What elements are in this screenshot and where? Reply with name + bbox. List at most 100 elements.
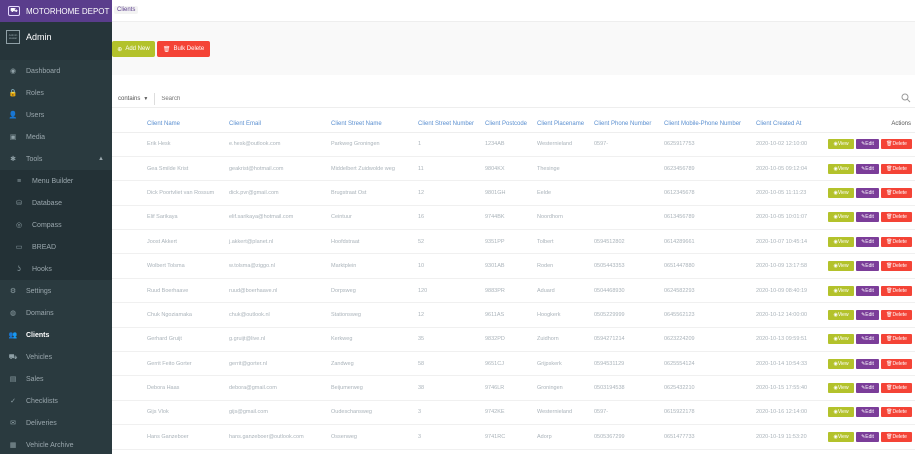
table-row[interactable]: Gijs Vlok gijs@gmail.com Oudeschansweg 3 974… [112,400,915,426]
search-filter-select[interactable]: contains ▼ [118,92,156,105]
delete-button[interactable]: 🗑 Delete [881,334,912,345]
table-row[interactable]: Chuk Ngoziamaka chuk@outlook.nl Stationswe… [112,302,915,328]
column-header-client-name[interactable]: Client Name [142,116,224,133]
user-profile[interactable]: Admin avatar Admin [0,22,112,60]
sidebar-item-sales[interactable]: ▤ Sales [0,368,112,390]
table-cell: Groningen [532,375,589,401]
delete-button[interactable]: 🗑 Delete [881,163,912,174]
sidebar-item-hooks[interactable]: ʖ Hooks [0,258,112,280]
delete-button[interactable]: 🗑 Delete [881,358,912,369]
edit-button[interactable]: ✎ Edit [856,334,879,345]
column-header-client-created-at[interactable]: Client Created At [751,116,817,133]
edit-button[interactable]: ✎ Edit [856,358,879,369]
breadcrumb[interactable]: Clients [114,6,139,14]
edit-button[interactable]: ✎ Edit [856,139,879,150]
table-row[interactable]: Gerrit Feito Gorter gerrit@gorter.nl Zandw… [112,351,915,377]
table-row[interactable]: Joost Akkert j.akkert@planet.nl Hoofdstraa… [112,229,915,255]
edit-button[interactable]: ✎ Edit [856,309,879,320]
column-header-client-phone-number[interactable]: Client Phone Number [589,116,659,133]
view-button[interactable]: ◉ View [828,309,854,320]
sidebar-item-vehicle-archive[interactable]: ▦ Vehicle Archive [0,434,112,454]
compass-icon: ◎ [15,222,23,229]
sidebar-item-menu-builder[interactable]: ≡ Menu Builder [0,170,112,192]
row-actions: ◉ View ✎ Edit 🗑 Delete [817,229,915,255]
column-header-client-email[interactable]: Client Email [224,116,326,133]
view-button[interactable]: ◉ View [828,431,854,442]
edit-button[interactable]: ✎ Edit [856,212,879,223]
edit-button[interactable]: ✎ Edit [856,163,879,174]
edit-label: Edit [865,433,874,440]
edit-button[interactable]: ✎ Edit [856,187,879,198]
column-header-client-street-number[interactable]: Client Street Number [413,116,480,133]
table-row[interactable]: Elif Sarikaya elif.sarikaya@hotmail.com Ce… [112,205,915,231]
table-row[interactable]: Gerhard Gruijt g.gruijt@live.nl Kerkweg 35 9… [112,327,915,353]
view-button[interactable]: ◉ View [828,358,854,369]
delete-label: Delete [892,409,907,416]
sidebar-item-bread[interactable]: ▭ BREAD [0,236,112,258]
table-row[interactable]: Debora Haas debora@gmail.com Beijumerweg 38… [112,375,915,401]
table-row[interactable]: Gea Smilde Krist geakrist@hotmail.com Midd… [112,156,915,182]
delete-button[interactable]: 🗑 Delete [881,285,912,296]
delete-label: Delete [892,189,907,196]
sidebar-item-checklists[interactable]: ✓ Checklists [0,390,112,412]
sidebar-item-dashboard[interactable]: ◉ Dashboard [0,60,112,82]
view-button[interactable]: ◉ View [828,139,854,150]
table-row[interactable]: Erik Hesk e.hesk@outlook.com Parkweg Groni… [112,132,915,157]
table-cell: Gijs Vlok [142,400,224,426]
table-row[interactable]: Dick Poortvliet van Rossum dick.pvr@gmail… [112,180,915,206]
sidebar-item-settings[interactable]: ⚙ Settings [0,280,112,302]
search-icon[interactable] [901,93,911,103]
edit-button[interactable]: ✎ Edit [856,383,879,394]
column-header-client-street-name[interactable]: Client Street Name [326,116,413,133]
edit-button[interactable]: ✎ Edit [856,261,879,272]
view-button[interactable]: ◉ View [828,236,854,247]
edit-button[interactable]: ✎ Edit [856,285,879,296]
column-header-client-mobile-phone-number[interactable]: Client Mobile-Phone Number [659,116,751,133]
table-row[interactable]: Ruud Boerhaave ruud@boerhaave.nl Dorpsweg 1… [112,278,915,304]
bulk-delete-button[interactable]: 🗑 Bulk Delete [157,41,210,57]
table-body: Erik Hesk e.hesk@outlook.com Parkweg Groni… [112,132,915,450]
view-button[interactable]: ◉ View [828,407,854,418]
view-button[interactable]: ◉ View [828,383,854,394]
search-input[interactable] [161,95,862,102]
row-actions: ◉ View ✎ Edit 🗑 Delete [817,400,915,426]
edit-button[interactable]: ✎ Edit [856,236,879,247]
sidebar-item-deliveries[interactable]: ✉ Deliveries [0,412,112,434]
sidebar-item-media[interactable]: ▣ Media [0,126,112,148]
sidebar-item-domains[interactable]: ◍ Domains [0,302,112,324]
settings-icon: ⚙ [9,288,17,295]
sidebar-item-users[interactable]: 👤 Users [0,104,112,126]
view-button[interactable]: ◉ View [828,261,854,272]
delete-button[interactable]: 🗑 Delete [881,212,912,223]
delete-button[interactable]: 🗑 Delete [881,407,912,418]
edit-button[interactable]: ✎ Edit [856,407,879,418]
delete-button[interactable]: 🗑 Delete [881,431,912,442]
column-header-client-postcode[interactable]: Client Postcode [480,116,532,133]
view-button[interactable]: ◉ View [828,163,854,174]
sidebar-item-vehicles[interactable]: ⛟ Vehicles [0,346,112,368]
delete-button[interactable]: 🗑 Delete [881,187,912,198]
table-cell: 52 [413,229,480,255]
edit-button[interactable]: ✎ Edit [856,431,879,442]
view-button[interactable]: ◉ View [828,334,854,345]
delete-button[interactable]: 🗑 Delete [881,261,912,272]
delete-button[interactable]: 🗑 Delete [881,139,912,150]
sidebar-item-tools[interactable]: ✱ Tools ▲ [0,148,112,170]
view-button[interactable]: ◉ View [828,285,854,296]
table-row[interactable]: Wolbert Tolsma w.tolsma@ziggo.nl Marktplei… [112,253,915,279]
column-header-client-placename[interactable]: Client Placename [532,116,589,133]
delete-button[interactable]: 🗑 Delete [881,383,912,394]
sidebar-item-roles[interactable]: 🔒 Roles [0,82,112,104]
add-new-button[interactable]: ⊕ Add New [112,41,155,57]
brand[interactable]: ⛟ MOTORHOME DEPOT [0,0,112,22]
sidebar-item-compass[interactable]: ◎ Compass [0,214,112,236]
sidebar-item-clients[interactable]: 👥 Clients [0,324,112,346]
view-button[interactable]: ◉ View [828,212,854,223]
table-cell: Aduard [532,278,589,304]
delete-button[interactable]: 🗑 Delete [881,236,912,247]
sidebar-item-database[interactable]: ⛁ Database [0,192,112,214]
delete-button[interactable]: 🗑 Delete [881,309,912,320]
view-button[interactable]: ◉ View [828,187,854,198]
table-cell: 120 [413,278,480,304]
table-row[interactable]: Hans Ganzeboer hans.ganzeboer@outlook.com… [112,424,915,450]
